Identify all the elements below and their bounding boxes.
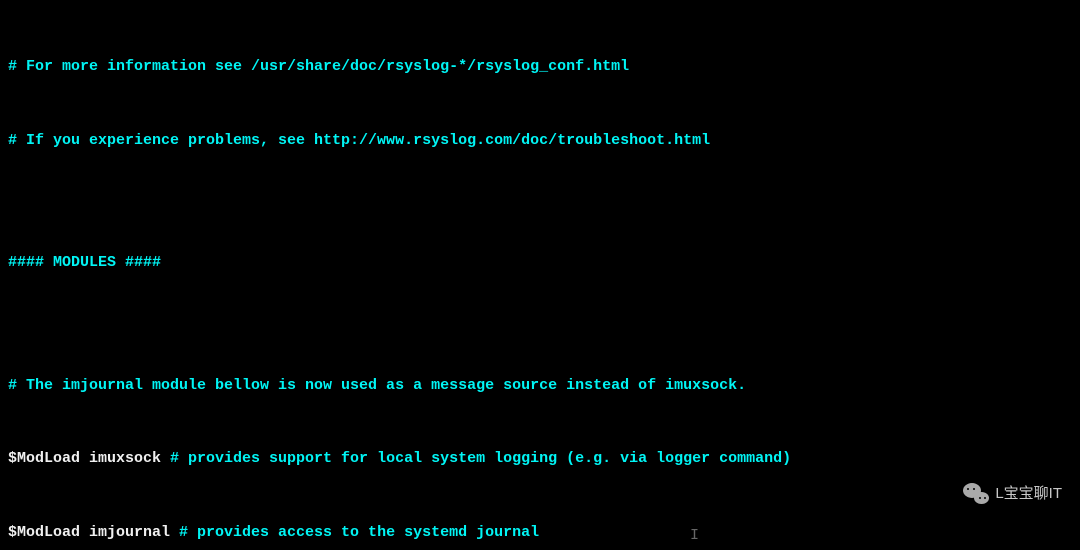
comment-text: # provides support for local system logg…	[170, 450, 791, 467]
terminal-viewport[interactable]: # For more information see /usr/share/do…	[0, 0, 1080, 550]
directive-text: $ModLoad imuxsock	[8, 450, 170, 467]
comment-text: # provides access to the systemd journal	[179, 524, 539, 541]
code-line: # The imjournal module bellow is now use…	[8, 374, 1072, 399]
code-line: $ModLoad imjournal # provides access to …	[8, 521, 1072, 546]
watermark: L宝宝聊IT	[963, 482, 1062, 507]
directive-text: $ModLoad imjournal	[8, 524, 179, 541]
code-line: # If you experience problems, see http:/…	[8, 129, 1072, 154]
text-cursor-icon: I	[690, 524, 699, 549]
watermark-text: L宝宝聊IT	[995, 482, 1062, 507]
code-line: # For more information see /usr/share/do…	[8, 55, 1072, 80]
wechat-icon	[963, 483, 989, 505]
code-line: $ModLoad imuxsock # provides support for…	[8, 447, 1072, 472]
section-header-modules: #### MODULES ####	[8, 251, 1072, 276]
